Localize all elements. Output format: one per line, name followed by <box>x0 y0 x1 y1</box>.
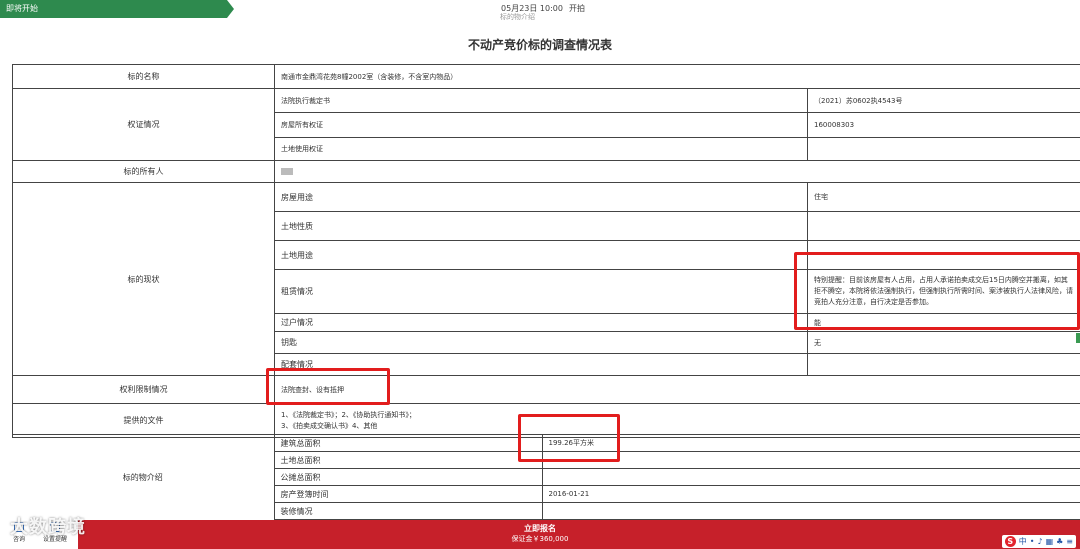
keyboard-icon: ▦ <box>1045 537 1054 546</box>
lease-label: 租赁情况 <box>274 269 808 314</box>
property-cert-value: 160008303 <box>807 112 1080 138</box>
section-tab-label[interactable]: 标的物介绍 <box>500 12 535 22</box>
highlight-box-restriction <box>266 368 390 405</box>
deposit-text: 保证金￥360,000 <box>511 535 569 543</box>
table-row: 标的名称 南通市金鼎湾花苑8幢2002室（含装修，不含室内物品） <box>12 64 1080 89</box>
skin-icon: ♣ <box>1056 537 1064 546</box>
court-ruling-label: 法院执行裁定书 <box>274 88 808 113</box>
owner-value <box>274 160 1080 183</box>
keys-value: 无 <box>807 331 1080 354</box>
top-status-bar: 即将开始 05月23日 10:00 开拍 <box>0 0 1080 18</box>
documents-label: 提供的文件 <box>12 403 275 438</box>
documents-line-2: 3、《拍卖成交确认书》4、其他 <box>281 421 378 430</box>
land-cert-label: 土地使用权证 <box>274 137 808 161</box>
house-use-value: 住宅 <box>807 182 1080 212</box>
land-nature-label: 土地性质 <box>274 211 808 241</box>
owner-label: 标的所有人 <box>12 160 275 183</box>
mic-icon: ♪ <box>1037 537 1043 546</box>
land-area-label: 土地总面积 <box>273 451 543 469</box>
house-use-label: 房屋用途 <box>274 182 808 212</box>
auction-state: 开拍 <box>568 4 585 13</box>
decoration-label: 装修情况 <box>273 502 543 520</box>
subject-name-value: 南通市金鼎湾花苑8幢2002室（含装修，不含室内物品） <box>274 64 1080 89</box>
menu-icon: ≡ <box>1066 537 1073 546</box>
building-area-value: 199.26平方米 <box>541 434 1080 452</box>
land-area-value <box>541 451 1080 469</box>
punct-icon: • <box>1029 537 1035 546</box>
intro-label: 标的物介绍 <box>12 434 275 520</box>
decoration-value <box>541 502 1080 520</box>
land-nature-value <box>807 211 1080 241</box>
highlight-box-area <box>518 414 620 462</box>
watermark-logo: 大数跨境 <box>10 517 86 538</box>
table-row: 标的所有人 <box>12 160 1080 183</box>
property-cert-label: 房屋所有权证 <box>274 112 808 138</box>
ime-toolbar[interactable]: S 中 • ♪ ▦ ♣ ≡ <box>1001 535 1076 548</box>
signup-label: 立即报名 <box>524 524 556 533</box>
building-area-label: 建筑总面积 <box>273 434 543 452</box>
land-use-label: 土地用途 <box>274 240 808 270</box>
table-row: 权证情况 法院执行裁定书 （2021）苏0602执4543号 <box>12 88 1080 161</box>
shared-area-label: 公摊总面积 <box>273 468 543 486</box>
restriction-label: 权利限制情况 <box>12 375 275 404</box>
table-row: 标的现状 房屋用途 住宅 <box>12 182 1080 376</box>
highlight-box-lease <box>794 252 1080 330</box>
transfer-label: 过户情况 <box>274 313 808 332</box>
title-status-label: 权证情况 <box>12 88 275 161</box>
signup-button[interactable]: 立即报名 保证金￥360,000 <box>0 524 1080 544</box>
sogou-icon: S <box>1004 536 1016 547</box>
ime-lang: 中 <box>1018 537 1027 546</box>
status-label: 标的现状 <box>12 182 275 376</box>
page-title: 不动产竞价标的调查情况表 <box>467 38 612 52</box>
keys-label: 钥匙 <box>274 331 808 354</box>
table-row: 权利限制情况 法院查封、设有抵押 <box>12 375 1080 404</box>
documents-line-1: 1、《法院裁定书》；2、《协助执行通知书》； <box>281 410 416 419</box>
restriction-value: 法院查封、设有抵押 <box>274 375 1080 404</box>
redacted-owner-name <box>281 168 293 175</box>
land-cert-value <box>807 137 1080 161</box>
register-date-label: 房产登簿时间 <box>273 485 543 503</box>
survey-table: 标的名称 南通市金鼎湾花苑8幢2002室（含装修，不含室内物品） 权证情况 法院… <box>12 64 1080 438</box>
shared-area-value <box>541 468 1080 486</box>
facilities-value <box>807 353 1080 376</box>
documents-value: 1、《法院裁定书》；2、《协助执行通知书》； 3、《拍卖成交确认书》4、其他 <box>274 403 1080 438</box>
auction-schedule: 05月23日 10:00 开拍 <box>0 0 1080 18</box>
bottom-action-bar: 咨询 设置提醒 立即报名 保证金￥360,000 <box>0 520 1080 549</box>
court-ruling-value: （2021）苏0602执4543号 <box>807 88 1080 113</box>
subject-name-label: 标的名称 <box>12 64 275 89</box>
register-date-value: 2016-01-21 <box>541 485 1080 503</box>
side-tab[interactable] <box>1076 333 1080 343</box>
